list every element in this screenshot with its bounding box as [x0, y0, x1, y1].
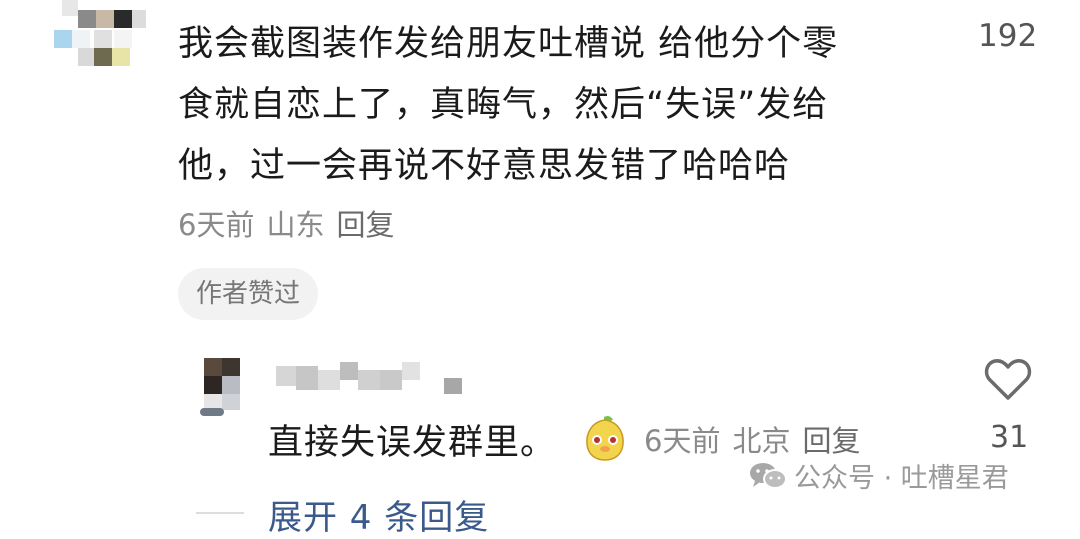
heart-outline-icon[interactable]: [984, 356, 1032, 402]
comment-like-count[interactable]: 192: [978, 18, 1037, 54]
reply-reply-button[interactable]: 回复: [802, 424, 860, 458]
comment-text: 我会截图装作发给朋友吐槽说 给他分个零 食就自恋上了，真晦气，然后“失误”发给 …: [178, 14, 918, 197]
comment-line: 他，过一会再说不好意思发错了哈哈哈: [178, 146, 791, 186]
reply-time: 6天前: [644, 424, 721, 458]
comment-line: 我会截图装作发给朋友吐槽说 给他分个零: [178, 24, 839, 64]
comment-time: 6天前: [178, 208, 255, 242]
watermark: 公众号 · 吐槽星君: [748, 456, 1009, 495]
expand-replies-button[interactable]: 展开 4 条回复: [268, 490, 489, 539]
reply-like-count[interactable]: 31: [990, 420, 1028, 455]
wechat-icon: [750, 462, 787, 489]
comment-meta: 6天前 山东 回复: [178, 202, 406, 244]
reply-username[interactable]: [276, 362, 466, 398]
divider: [196, 512, 244, 514]
comment-line: 食就自恋上了，真晦气，然后“失误”发给: [178, 85, 829, 125]
reply-location: 北京: [732, 424, 791, 458]
reply-avatar[interactable]: [196, 358, 246, 418]
reply-text: 直接失误发群里。: [268, 423, 557, 463]
commenter-avatar[interactable]: [48, 0, 148, 70]
pear-face-sticker-icon: [586, 416, 624, 461]
reply-meta: 6天前 北京 回复: [644, 418, 872, 460]
watermark-text: 公众号 · 吐槽星君: [794, 463, 1009, 494]
comment-location: 山东: [266, 208, 325, 242]
author-liked-badge: 作者赞过: [178, 268, 319, 320]
comment-reply-button[interactable]: 回复: [336, 208, 394, 242]
